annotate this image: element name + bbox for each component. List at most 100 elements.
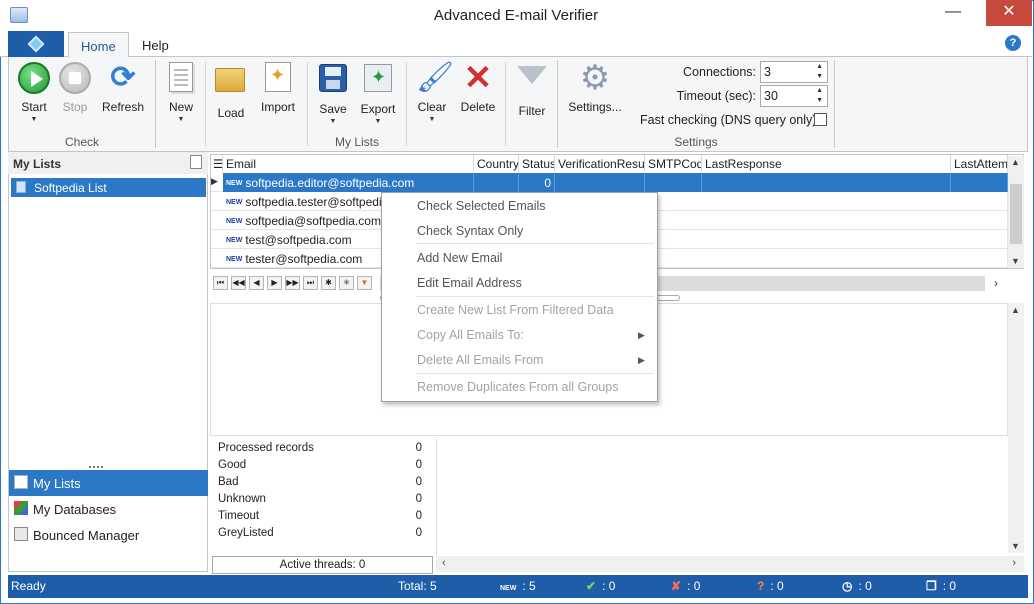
last-record-icon[interactable]: ⏭ (303, 276, 318, 290)
next-record-icon[interactable]: ▶ (267, 276, 282, 290)
save-label: Save (319, 102, 347, 116)
delete-label: Delete (460, 100, 496, 114)
list-item-softpedia[interactable]: Softpedia List (11, 178, 206, 197)
dropdown-arrow-icon: ▼ (30, 116, 38, 123)
title-bar: Advanced E-mail Verifier — ✕ (0, 0, 1032, 30)
grid-scroll-thumb[interactable] (1010, 184, 1022, 244)
stat-label: Unknown (218, 493, 266, 505)
column-header-last-attempt[interactable]: LastAttemp (951, 155, 1008, 173)
stat-row: Processed records 0 (218, 442, 422, 454)
new-badge: NEW (500, 585, 517, 592)
email-cell: softpedia.editor@softpedia.com (245, 176, 415, 190)
bounced-icon (14, 527, 28, 541)
refresh-button[interactable]: ⟳ Refresh (100, 62, 146, 122)
menu-item-create-list[interactable]: Create New List From Filtered Data (417, 303, 614, 317)
scroll-right-icon[interactable]: › (994, 276, 998, 290)
scroll-left-icon[interactable]: ‹ (442, 557, 446, 569)
import-button[interactable]: Import (257, 62, 299, 122)
export-button[interactable]: Export ▼ (358, 62, 398, 125)
help-icon[interactable]: ? (1005, 35, 1021, 51)
scroll-up-icon[interactable]: ▲ (1011, 157, 1020, 167)
splitter-grip[interactable] (89, 466, 103, 469)
app-menu-button[interactable] (8, 31, 64, 57)
menu-separator (416, 296, 654, 297)
spin-up-icon[interactable]: ▲ (816, 87, 823, 94)
my-lists-header: My Lists (8, 152, 208, 174)
spin-down-icon[interactable]: ▼ (816, 73, 823, 80)
column-header-verification-result[interactable]: VerificationResult (555, 155, 645, 173)
new-badge: NEW (226, 237, 243, 244)
new-list-icon[interactable] (190, 155, 202, 169)
start-button[interactable]: Start ▼ (14, 62, 54, 123)
last-response-cell (702, 173, 951, 192)
previous-record-icon[interactable]: ◀ (249, 276, 264, 290)
status-text: Ready (11, 579, 46, 593)
column-header-status[interactable]: Status (519, 155, 555, 173)
list-item-label: Softpedia List (34, 181, 107, 195)
log-horizontal-scrollbar[interactable]: ‹ › (436, 556, 1024, 572)
filter-records-icon[interactable]: ▼ (357, 276, 372, 290)
timeout-count: : 0 (858, 579, 872, 593)
connections-spinner[interactable]: 3 ▲ ▼ (760, 61, 828, 83)
nav-my-lists[interactable]: My Lists (9, 470, 208, 496)
column-header-email[interactable]: Email (223, 155, 474, 173)
delete-button[interactable]: ✕ Delete (458, 61, 498, 122)
tab-help[interactable]: Help (130, 32, 181, 58)
save-button[interactable]: Save ▼ (316, 62, 350, 125)
nav-bounced-manager[interactable]: Bounced Manager (9, 522, 208, 548)
refresh-label: Refresh (101, 100, 145, 114)
total-count: Total: 5 (398, 579, 437, 593)
stat-row: GreyListed 0 (218, 527, 422, 539)
timeout-clock-icon: ◷ (842, 579, 853, 593)
detail-vertical-scrollbar[interactable]: ▲ ▼ (1008, 303, 1024, 553)
new-button[interactable]: New ▼ (163, 62, 199, 123)
filter-button[interactable]: Filter (514, 62, 550, 122)
smtp-code-cell (645, 173, 702, 192)
minimize-button[interactable]: — (930, 0, 976, 26)
grid-menu-icon[interactable]: ☰ (211, 155, 223, 173)
column-header-last-response[interactable]: LastResponse (702, 155, 951, 173)
insert-record-icon[interactable]: ✱ (321, 276, 336, 290)
menu-item-add-email[interactable]: Add New Email (417, 251, 502, 265)
menu-item-remove-duplicates[interactable]: Remove Duplicates From all Groups (417, 380, 618, 394)
stat-row: Bad 0 (218, 476, 422, 488)
clear-button[interactable]: 🖌 Clear ▼ (414, 62, 454, 124)
stop-button[interactable]: Stop (56, 62, 94, 122)
first-record-icon[interactable]: ⏮ (213, 276, 228, 290)
column-header-smtp-code[interactable]: SMTPCode (645, 155, 702, 173)
stop-icon (59, 62, 91, 94)
list-icon (14, 475, 28, 489)
load-button[interactable]: Load (213, 62, 249, 122)
new-list-icon (165, 62, 197, 94)
separator (505, 62, 506, 146)
menu-item-check-syntax[interactable]: Check Syntax Only (417, 224, 523, 238)
menu-item-edit-email[interactable]: Edit Email Address (417, 276, 522, 290)
previous-page-icon[interactable]: ◀◀ (231, 276, 246, 290)
timeout-spinner[interactable]: 30 ▲ ▼ (760, 85, 828, 107)
refresh-records-icon[interactable]: ✳ (339, 276, 354, 290)
good-check-icon: ✔ (586, 579, 597, 593)
table-row[interactable]: ▶ NEW softpedia.editor@softpedia.com 0 (211, 173, 1008, 192)
menu-item-delete-emails[interactable]: Delete All Emails From (417, 353, 543, 367)
next-page-icon[interactable]: ▶▶ (285, 276, 300, 290)
spin-up-icon[interactable]: ▲ (816, 63, 823, 70)
dropdown-arrow-icon: ▼ (374, 118, 382, 125)
tab-home[interactable]: Home (68, 32, 129, 58)
fast-checking-checkbox[interactable] (814, 113, 827, 126)
save-disk-icon (317, 64, 349, 96)
stat-value: 0 (415, 493, 422, 505)
dropdown-arrow-icon: ▼ (329, 118, 337, 125)
row-indicator-icon: ▶ (211, 176, 218, 186)
nav-my-databases[interactable]: My Databases (9, 496, 208, 522)
scroll-right-icon[interactable]: › (1012, 557, 1016, 569)
menu-item-check-selected[interactable]: Check Selected Emails (417, 199, 546, 213)
column-header-country[interactable]: Country (474, 155, 519, 173)
close-button[interactable]: ✕ (986, 0, 1032, 26)
bad-count: : 0 (687, 579, 701, 593)
settings-button[interactable]: ⚙ Settings... (566, 61, 624, 122)
spin-down-icon[interactable]: ▼ (816, 97, 823, 104)
scroll-down-icon[interactable]: ▼ (1011, 256, 1020, 266)
scroll-up-icon[interactable]: ▲ (1011, 305, 1020, 315)
menu-item-copy-emails[interactable]: Copy All Emails To: (417, 328, 524, 342)
scroll-down-icon[interactable]: ▼ (1011, 541, 1020, 551)
